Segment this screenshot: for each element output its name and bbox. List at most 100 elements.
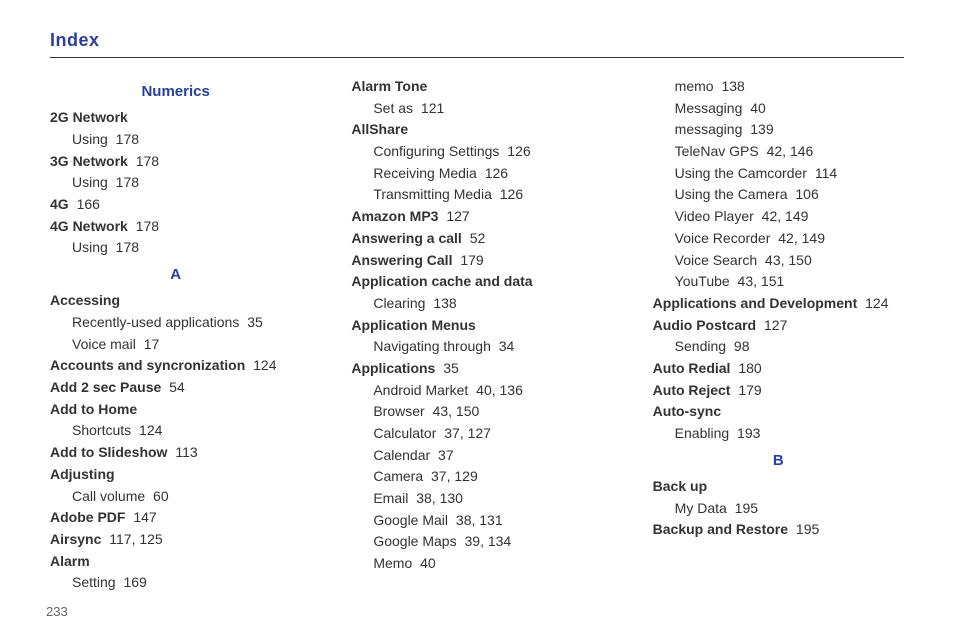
index-entry-l2: Google Maps 39, 134 bbox=[373, 531, 602, 553]
index-term: Add 2 sec Pause bbox=[50, 379, 161, 395]
index-entry-l2: TeleNav GPS 42, 146 bbox=[675, 141, 904, 163]
index-entry-l2: Navigating through 34 bbox=[373, 336, 602, 358]
index-pages: 126 bbox=[496, 186, 523, 202]
index-term: Alarm Tone bbox=[351, 78, 427, 94]
index-entry-l2: Configuring Settings 126 bbox=[373, 141, 602, 163]
index-term: Audio Postcard bbox=[653, 317, 756, 333]
column-3: memo 138Messaging 40messaging 139TeleNav… bbox=[653, 76, 904, 594]
index-term: Auto-sync bbox=[653, 403, 721, 419]
index-entry-l2: Calculator 37, 127 bbox=[373, 423, 602, 445]
index-subterm: Setting bbox=[72, 574, 116, 590]
index-entry-l1: Applications and Development 124 bbox=[653, 293, 904, 315]
index-subterm: Recently-used applications bbox=[72, 314, 239, 330]
index-pages: 124 bbox=[249, 357, 276, 373]
index-subterm: YouTube bbox=[675, 273, 730, 289]
index-entry-l2: Voice Search 43, 150 bbox=[675, 250, 904, 272]
index-pages: 147 bbox=[129, 509, 156, 525]
index-entry-l1: Answering a call 52 bbox=[351, 228, 602, 250]
index-pages: 124 bbox=[135, 422, 162, 438]
index-pages: 178 bbox=[132, 153, 159, 169]
index-subterm: Using bbox=[72, 239, 108, 255]
index-entry-l2: Email 38, 130 bbox=[373, 488, 602, 510]
column-2: Alarm ToneSet as 121AllShareConfiguring … bbox=[351, 76, 602, 594]
index-term: Adjusting bbox=[50, 466, 115, 482]
index-entry-l1: 4G Network 178 bbox=[50, 216, 301, 238]
index-pages: 60 bbox=[149, 488, 168, 504]
index-term: Add to Slideshow bbox=[50, 444, 167, 460]
page-number: 233 bbox=[46, 604, 904, 619]
index-subterm: Memo bbox=[373, 555, 412, 571]
index-subterm: Configuring Settings bbox=[373, 143, 499, 159]
index-term: Add to Home bbox=[50, 401, 137, 417]
page-content: Index Numerics2G NetworkUsing 1783G Netw… bbox=[0, 0, 954, 639]
index-pages: 42, 146 bbox=[763, 143, 814, 159]
index-term: Auto Redial bbox=[653, 360, 731, 376]
index-term: Answering Call bbox=[351, 252, 452, 268]
index-pages: 179 bbox=[456, 252, 483, 268]
index-entry-l2: Memo 40 bbox=[373, 553, 602, 575]
index-pages: 54 bbox=[165, 379, 184, 395]
index-term: Airsync bbox=[50, 531, 101, 547]
index-entry-l1: Auto Reject 179 bbox=[653, 380, 904, 402]
index-pages: 126 bbox=[503, 143, 530, 159]
index-entry-l2: Using 178 bbox=[72, 129, 301, 151]
index-pages: 52 bbox=[466, 230, 485, 246]
index-pages: 37, 129 bbox=[427, 468, 478, 484]
index-entry-l1: Amazon MP3 127 bbox=[351, 206, 602, 228]
index-entry-l1: Application Menus bbox=[351, 315, 602, 337]
index-pages: 178 bbox=[112, 174, 139, 190]
index-pages: 106 bbox=[791, 186, 818, 202]
index-entry-l1: 4G 166 bbox=[50, 194, 301, 216]
index-pages: 178 bbox=[112, 239, 139, 255]
index-entry-l1: Applications 35 bbox=[351, 358, 602, 380]
index-subterm: TeleNav GPS bbox=[675, 143, 759, 159]
index-pages: 178 bbox=[112, 131, 139, 147]
index-entry-l2: Setting 169 bbox=[72, 572, 301, 594]
index-pages: 166 bbox=[73, 196, 100, 212]
index-subterm: Receiving Media bbox=[373, 165, 477, 181]
index-pages: 98 bbox=[730, 338, 749, 354]
index-entry-l2: Messaging 40 bbox=[675, 98, 904, 120]
index-entry-l2: Using the Camera 106 bbox=[675, 184, 904, 206]
index-pages: 117, 125 bbox=[105, 531, 162, 547]
index-subterm: Voice Recorder bbox=[675, 230, 771, 246]
index-pages: 195 bbox=[731, 500, 758, 516]
section-heading: A bbox=[50, 263, 301, 286]
index-subterm: Enabling bbox=[675, 425, 730, 441]
index-subterm: Navigating through bbox=[373, 338, 491, 354]
index-term: Applications and Development bbox=[653, 295, 858, 311]
index-pages: 40, 136 bbox=[472, 382, 523, 398]
column-1: Numerics2G NetworkUsing 1783G Network 17… bbox=[50, 76, 301, 594]
index-entry-l2: Receiving Media 126 bbox=[373, 163, 602, 185]
index-entry-l2: Using the Camcorder 114 bbox=[675, 163, 904, 185]
index-term: 4G bbox=[50, 196, 69, 212]
index-subterm: Android Market bbox=[373, 382, 468, 398]
index-entry-l1: Add to Home bbox=[50, 399, 301, 421]
index-entry-l1: Accounts and syncronization 124 bbox=[50, 355, 301, 377]
index-pages: 38, 131 bbox=[452, 512, 503, 528]
index-entry-l1: AllShare bbox=[351, 119, 602, 141]
index-pages: 195 bbox=[792, 521, 819, 537]
index-entry-l2: Recently-used applications 35 bbox=[72, 312, 301, 334]
index-subterm: Sending bbox=[675, 338, 726, 354]
index-entry-l2: Calendar 37 bbox=[373, 445, 602, 467]
index-entry-l1: Application cache and data bbox=[351, 271, 602, 293]
index-subterm: My Data bbox=[675, 500, 727, 516]
index-entry-l1: Accessing bbox=[50, 290, 301, 312]
index-pages: 113 bbox=[171, 444, 197, 460]
index-term: Amazon MP3 bbox=[351, 208, 438, 224]
section-heading: Numerics bbox=[50, 80, 301, 103]
index-entry-l1: Backup and Restore 195 bbox=[653, 519, 904, 541]
index-subterm: Using bbox=[72, 131, 108, 147]
index-entry-l1: Adjusting bbox=[50, 464, 301, 486]
index-entry-l2: messaging 139 bbox=[675, 119, 904, 141]
index-pages: 127 bbox=[760, 317, 787, 333]
index-term: Auto Reject bbox=[653, 382, 731, 398]
index-pages: 126 bbox=[481, 165, 508, 181]
index-subterm: messaging bbox=[675, 121, 743, 137]
index-entry-l1: 3G Network 178 bbox=[50, 151, 301, 173]
index-pages: 35 bbox=[243, 314, 262, 330]
index-subterm: memo bbox=[675, 78, 714, 94]
index-term: 2G Network bbox=[50, 109, 128, 125]
index-subterm: Google Maps bbox=[373, 533, 456, 549]
